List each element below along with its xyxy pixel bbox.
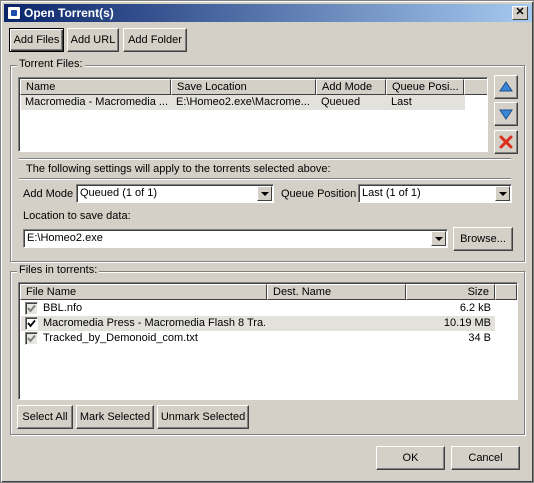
settings-separator-top — [19, 158, 511, 160]
chevron-down-icon[interactable] — [495, 186, 510, 201]
column-header-filler — [464, 79, 487, 95]
mark-selected-button[interactable]: Mark Selected — [76, 405, 154, 429]
remove-button[interactable] — [494, 130, 518, 154]
close-button[interactable]: ✕ — [512, 6, 528, 20]
row-queue-position: Last — [391, 96, 412, 108]
file-name: Tracked_by_Demonoid_com.txt — [43, 332, 198, 344]
row-add-mode: Queued — [321, 96, 361, 108]
browse-button[interactable]: Browse... — [453, 227, 513, 251]
unmark-selected-button[interactable]: Unmark Selected — [157, 405, 249, 429]
file-name: Macromedia Press - Macromedia Flash 8 Tr… — [43, 317, 265, 329]
add-files-button[interactable]: Add Files — [9, 28, 64, 52]
add-url-button[interactable]: Add URL — [67, 28, 119, 52]
open-torrents-dialog: Open Torrent(s) ✕ Add Files Add URL Add … — [0, 0, 534, 483]
location-value: E:\Homeo2.exe — [27, 232, 103, 244]
add-mode-value: Queued (1 of 1) — [80, 187, 158, 199]
add-mode-select[interactable]: Queued (1 of 1) — [76, 184, 274, 203]
files-list[interactable]: File Name Dest. Name Size BBL.nfo 6.2 kB… — [18, 282, 518, 400]
ok-button[interactable]: OK — [376, 446, 445, 470]
torrent-files-list[interactable]: Name Save Location Add Mode Queue Posi..… — [18, 77, 488, 152]
list-item[interactable]: Tracked_by_Demonoid_com.txt 34 B — [21, 331, 495, 346]
arrow-down-icon — [499, 109, 513, 120]
file-checkbox[interactable] — [25, 317, 38, 330]
column-header-name[interactable]: Name — [20, 79, 171, 95]
arrow-up-icon — [499, 81, 513, 92]
column-header-file-name[interactable]: File Name — [20, 284, 267, 300]
settings-note: The following settings will apply to the… — [26, 163, 331, 175]
add-mode-label: Add Mode — [23, 188, 74, 200]
checkmark-icon — [27, 304, 36, 313]
column-header-queue-position[interactable]: Queue Posi... — [386, 79, 464, 95]
checkmark-icon — [27, 334, 36, 343]
file-checkbox[interactable] — [25, 332, 38, 345]
window-title: Open Torrent(s) — [24, 6, 114, 20]
file-size: 6.2 kB — [459, 302, 491, 314]
select-all-button[interactable]: Select All — [17, 405, 73, 429]
list-item[interactable]: Macromedia Press - Macromedia Flash 8 Tr… — [21, 316, 495, 331]
move-up-button[interactable] — [494, 75, 518, 99]
column-header-size[interactable]: Size — [406, 284, 495, 300]
queue-position-value: Last (1 of 1) — [362, 187, 421, 199]
column-header-save-location[interactable]: Save Location — [171, 79, 316, 95]
list-item[interactable]: BBL.nfo 6.2 kB — [21, 301, 495, 316]
close-icon: ✕ — [515, 6, 525, 18]
title-bar: Open Torrent(s) ✕ — [4, 4, 532, 22]
queue-position-label: Queue Position — [281, 188, 357, 200]
queue-position-select[interactable]: Last (1 of 1) — [358, 184, 512, 203]
cancel-button[interactable]: Cancel — [451, 446, 520, 470]
column-header-add-mode[interactable]: Add Mode — [316, 79, 386, 95]
file-size: 34 B — [468, 332, 491, 344]
location-select[interactable]: E:\Homeo2.exe — [23, 229, 448, 248]
chevron-down-icon[interactable] — [257, 186, 272, 201]
column-header-filler — [495, 284, 517, 300]
row-save-location: E:\Homeo2.exe\Macrome... — [176, 96, 310, 108]
file-checkbox[interactable] — [25, 302, 38, 315]
torrent-files-legend: Torrent Files: — [17, 58, 85, 70]
location-label: Location to save data: — [23, 210, 131, 222]
chevron-down-icon[interactable] — [431, 231, 446, 246]
remove-x-icon — [499, 135, 513, 149]
column-header-dest-name[interactable]: Dest. Name — [267, 284, 406, 300]
file-name: BBL.nfo — [43, 302, 83, 314]
table-row[interactable]: Macromedia - Macromedia ... E:\Homeo2.ex… — [21, 95, 465, 110]
row-name: Macromedia - Macromedia ... — [25, 96, 169, 108]
checkmark-icon — [27, 319, 36, 328]
app-icon — [7, 6, 21, 20]
settings-separator-bottom — [19, 178, 511, 180]
file-size: 10.19 MB — [443, 317, 491, 329]
move-down-button[interactable] — [494, 102, 518, 126]
add-folder-button[interactable]: Add Folder — [123, 28, 187, 52]
files-in-torrents-legend: Files in torrents: — [17, 264, 100, 276]
